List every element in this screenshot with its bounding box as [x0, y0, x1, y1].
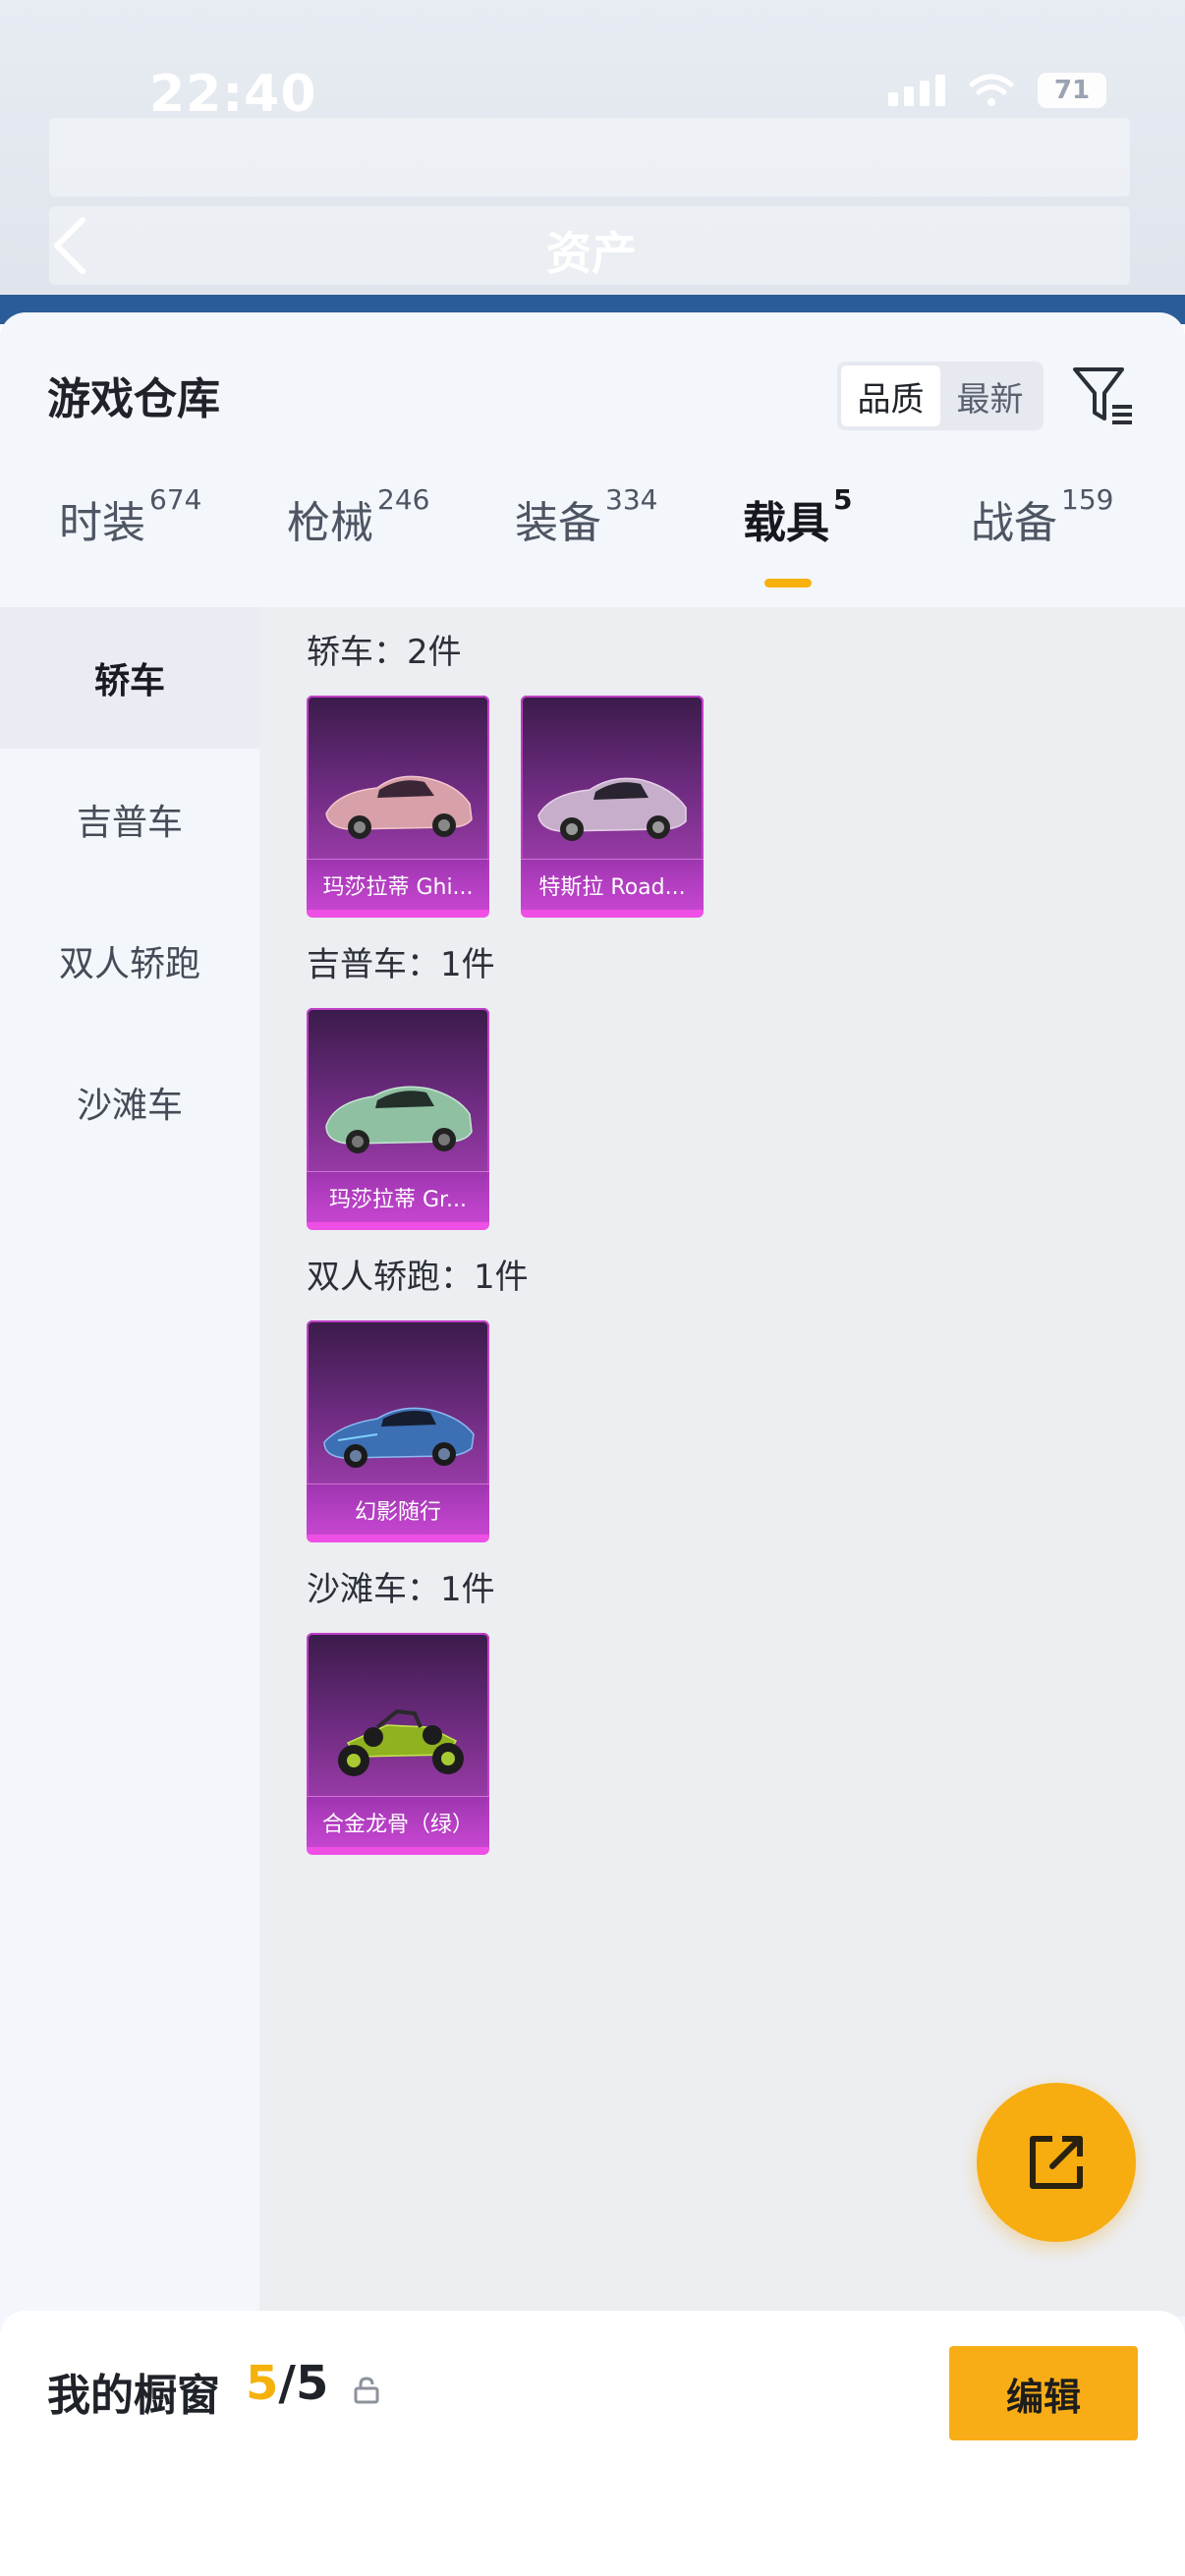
- vehicle-name: 玛莎拉蒂 Gr...: [307, 1171, 489, 1222]
- tab-count: 5: [833, 483, 853, 516]
- car-image: [325, 775, 473, 839]
- tab-label: 载具: [743, 498, 829, 548]
- vehicle-name: 特斯拉 Road...: [521, 859, 704, 910]
- vehicle-card[interactable]: 玛莎拉蒂 Ghi...: [307, 696, 489, 918]
- section-title-jeep: 吉普车：1件: [307, 945, 495, 984]
- tab-combat-gear[interactable]: 战备 159: [971, 483, 1113, 550]
- vehicle-card[interactable]: 合金龙骨（绿）: [307, 1633, 489, 1855]
- section-title-beach-buggy: 沙滩车：1件: [307, 1570, 495, 1609]
- tab-count: 334: [605, 483, 658, 516]
- category-tabs: 时装 674 枪械 246 装备 334 载具 5 战备 159: [0, 483, 1185, 605]
- vehicle-card[interactable]: 幻影随行: [307, 1320, 489, 1542]
- car-image: [338, 1708, 464, 1776]
- tab-vehicles[interactable]: 载具 5: [743, 483, 852, 550]
- sidebar-item-jeep[interactable]: 吉普车: [0, 749, 259, 890]
- warehouse-panel: 游戏仓库 品质 最新 时装 674 枪械 246 装备 334 载具 5 战备 159 轿…: [0, 312, 1185, 2576]
- tab-label: 时装: [59, 498, 145, 548]
- showcase-bar: 我的橱窗 5/5 编辑: [0, 2311, 1185, 2576]
- vehicle-type-sidebar: 轿车 吉普车 双人轿跑 沙滩车: [0, 607, 259, 2317]
- signal-icon: [888, 75, 945, 106]
- sort-quality-option[interactable]: 品质: [841, 365, 940, 426]
- vehicle-card[interactable]: 玛莎拉蒂 Gr...: [307, 1008, 489, 1230]
- vehicle-name: 幻影随行: [307, 1484, 489, 1535]
- lock-icon: [354, 2377, 379, 2404]
- tab-firearms[interactable]: 枪械 246: [287, 483, 429, 550]
- page-title: 资产: [546, 227, 637, 280]
- sidebar-item-sedan[interactable]: 轿车: [0, 607, 259, 749]
- car-image: [323, 1407, 475, 1468]
- vehicle-list: 轿车：2件 玛莎拉蒂 Ghi... 特斯拉 Road... 吉普车：1件 玛莎拉…: [259, 607, 1185, 2317]
- faint-stats-row: [49, 118, 1130, 196]
- vehicle-name: 玛莎拉蒂 Ghi...: [307, 859, 489, 910]
- vehicle-card[interactable]: 特斯拉 Road...: [521, 696, 704, 918]
- tab-fashion[interactable]: 时装 674: [59, 483, 201, 550]
- showcase-label: 我的橱窗: [47, 2371, 220, 2421]
- wifi-icon: [969, 74, 1014, 106]
- top-header-background: 22:40 71 资产: [0, 0, 1185, 324]
- sidebar-item-beach-buggy[interactable]: 沙滩车: [0, 1032, 259, 1173]
- tab-label: 装备: [515, 498, 601, 548]
- tab-count: 159: [1061, 483, 1114, 516]
- car-image: [325, 1086, 473, 1153]
- showcase-total: /5: [278, 2356, 329, 2411]
- status-time: 22:40: [149, 65, 317, 124]
- sort-toggle: 品质 最新: [837, 362, 1044, 430]
- active-tab-indicator: [764, 579, 812, 588]
- panel-title: 游戏仓库: [47, 374, 220, 424]
- section-title-coupe: 双人轿跑：1件: [307, 1258, 529, 1297]
- tab-label: 枪械: [287, 498, 373, 548]
- battery-icon: 71: [1038, 73, 1106, 108]
- car-image: [537, 777, 687, 841]
- share-fab[interactable]: [977, 2083, 1136, 2242]
- share-icon: [1030, 2136, 1083, 2189]
- filter-icon[interactable]: [1071, 362, 1136, 430]
- tab-label: 战备: [971, 498, 1057, 548]
- sidebar-item-coupe[interactable]: 双人轿跑: [0, 890, 259, 1032]
- back-arrow-icon[interactable]: [47, 214, 90, 277]
- section-title-sedan: 轿车：2件: [307, 633, 462, 672]
- tab-count: 246: [377, 483, 430, 516]
- tab-equipment[interactable]: 装备 334: [515, 483, 657, 550]
- edit-button[interactable]: 编辑: [949, 2346, 1138, 2440]
- vehicle-name: 合金龙骨（绿）: [307, 1796, 489, 1847]
- status-icons: 71: [888, 73, 1106, 108]
- sort-latest-option[interactable]: 最新: [940, 365, 1040, 426]
- showcase-current: 5: [246, 2356, 279, 2411]
- tab-count: 674: [149, 483, 202, 516]
- showcase-count: 5/5: [246, 2356, 328, 2411]
